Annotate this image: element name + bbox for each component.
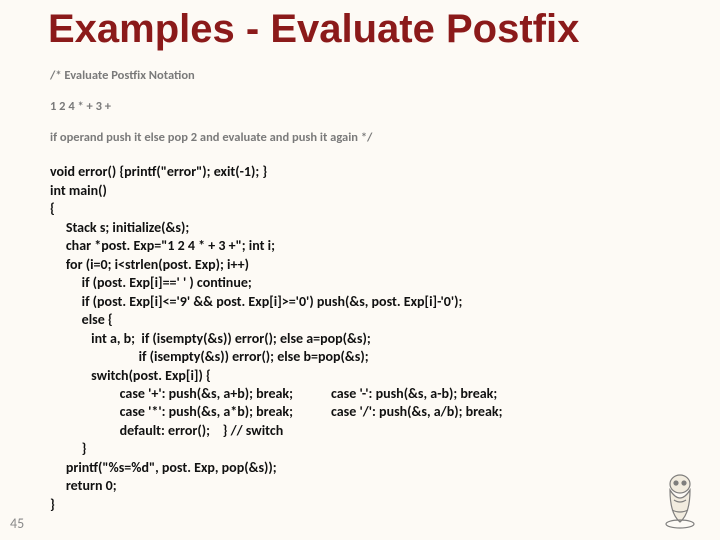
code-line: case '+': push(&s, a+b); break; case '-'… xyxy=(50,385,497,402)
slide: Examples - Evaluate Postfix /* Evaluate … xyxy=(0,0,720,540)
code-line: int main() xyxy=(50,182,107,199)
code-line: if (isempty(&s)) error(); else b=pop(&s)… xyxy=(50,348,369,365)
code-line: int a, b; if (isempty(&s)) error(); else… xyxy=(50,330,371,347)
comment-line: if operand push it else pop 2 and evalua… xyxy=(50,130,690,146)
code-line: char *post. Exp="1 2 4 * + 3 +"; int i; xyxy=(50,237,275,254)
code-line: Stack s; initialize(&s); xyxy=(50,219,189,236)
code-line: else { xyxy=(50,311,113,328)
code-line: for (i=0; i<strlen(post. Exp); i++) xyxy=(50,256,249,273)
page-number: 45 xyxy=(10,515,24,532)
code-block: void error() {printf("error"); exit(-1);… xyxy=(50,163,690,514)
code-line: switch(post. Exp[i]) { xyxy=(50,367,211,384)
slide-title: Examples - Evaluate Postfix xyxy=(48,8,690,50)
code-line: } xyxy=(50,496,55,513)
code-line: void error() {printf("error"); exit(-1);… xyxy=(50,163,267,180)
code-line: { xyxy=(50,200,55,217)
comment-line: /* Evaluate Postfix Notation xyxy=(50,68,690,84)
code-line: if (post. Exp[i]<='9' && post. Exp[i]>='… xyxy=(50,293,462,310)
comment-block: /* Evaluate Postfix Notation 1 2 4 * + 3… xyxy=(50,52,690,161)
code-line: printf("%s=%d", post. Exp, pop(&s)); xyxy=(50,459,277,476)
code-line: if (post. Exp[i]==' ' ) continue; xyxy=(50,274,252,291)
logo-icon xyxy=(656,470,704,530)
code-line: default: error(); } // switch xyxy=(50,422,283,439)
comment-line: 1 2 4 * + 3 + xyxy=(50,99,690,115)
code-line: } xyxy=(50,440,86,457)
code-line: return 0; xyxy=(50,477,117,494)
code-line: case '*': push(&s, a*b); break; case '/'… xyxy=(50,403,502,420)
